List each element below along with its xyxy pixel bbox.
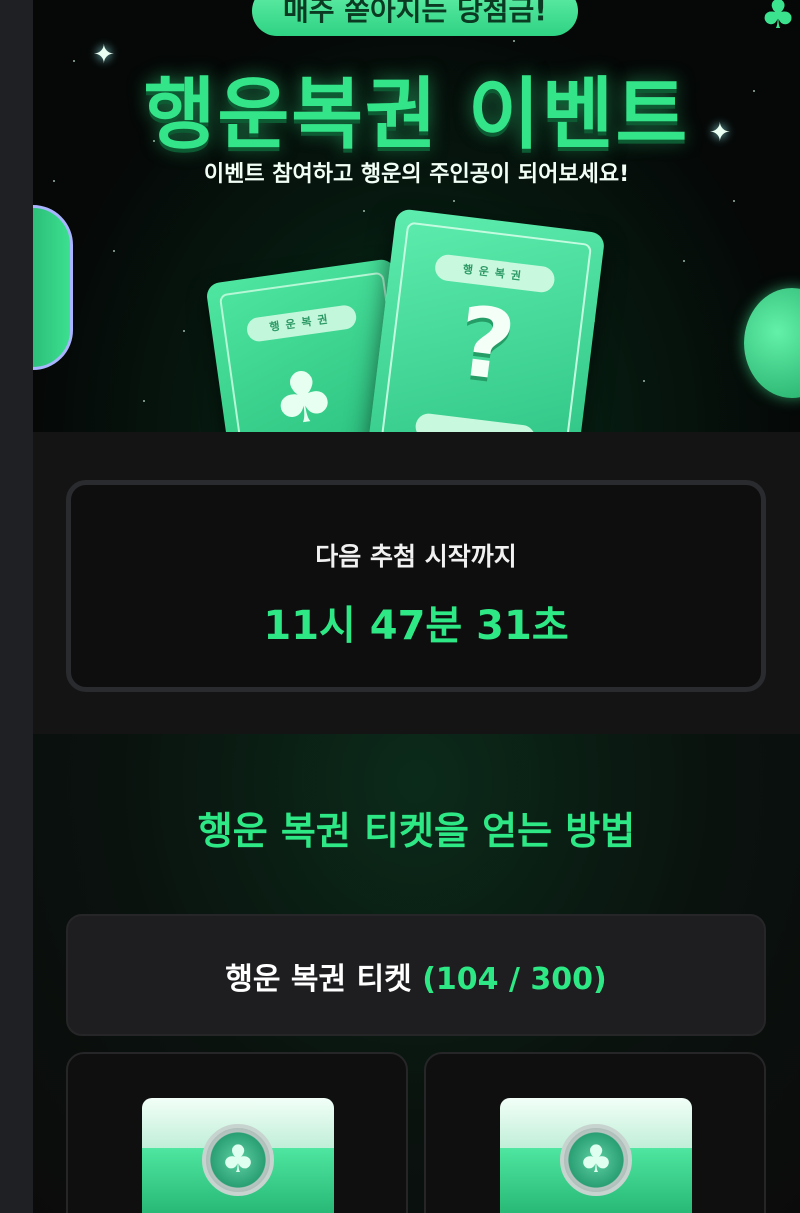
clover-icon: ♣ bbox=[760, 0, 796, 38]
countdown-time: 11시 47분 31초 bbox=[263, 603, 569, 649]
ticket-count: (104 / 300) bbox=[422, 962, 607, 997]
hero-banner: 매주 쏟아지는 당첨금! ♣ ✦ ✦ 행운복권 이벤트 이벤트 참여하고 행운의… bbox=[33, 0, 800, 432]
ticket-counter: 행운 복권 티켓 (104 / 300) bbox=[66, 914, 766, 1036]
top-badge: 매주 쏟아지는 당첨금! bbox=[252, 0, 578, 36]
howto-title: 행운 복권 티켓을 얻는 방법 bbox=[197, 809, 636, 853]
ticket-label: 행운 복권 티켓 bbox=[225, 962, 412, 997]
countdown-label: 다음 추첨 시작까지 bbox=[315, 542, 517, 571]
clover-icon: ♣ bbox=[202, 1124, 274, 1196]
event-title: 행운복권 이벤트 bbox=[143, 70, 690, 160]
clover-icon: ♣ bbox=[560, 1124, 632, 1196]
lottery-card-front: 행운복권 ? bbox=[366, 208, 606, 432]
ticket-howto-section: 행운 복권 티켓을 얻는 방법 행운 복권 티켓 (104 / 300) ♣ ♣ bbox=[33, 734, 800, 1213]
draw-countdown: 다음 추첨 시작까지 11시 47분 31초 bbox=[66, 480, 766, 692]
treasure-chest-icon: ♣ bbox=[500, 1098, 692, 1213]
treasure-chest-icon: ♣ bbox=[142, 1098, 334, 1213]
left-gutter bbox=[0, 0, 33, 1213]
event-page: 매주 쏟아지는 당첨금! ♣ ✦ ✦ 행운복권 이벤트 이벤트 참여하고 행운의… bbox=[33, 0, 800, 1213]
reward-card[interactable]: ♣ bbox=[424, 1052, 766, 1213]
event-subtitle: 이벤트 참여하고 행운의 주인공이 되어보세요! bbox=[203, 162, 630, 187]
reward-card[interactable]: ♣ bbox=[66, 1052, 408, 1213]
decorative-orb bbox=[33, 205, 73, 370]
coin-icon bbox=[744, 288, 800, 398]
clover-icon: ♣ bbox=[266, 352, 341, 432]
